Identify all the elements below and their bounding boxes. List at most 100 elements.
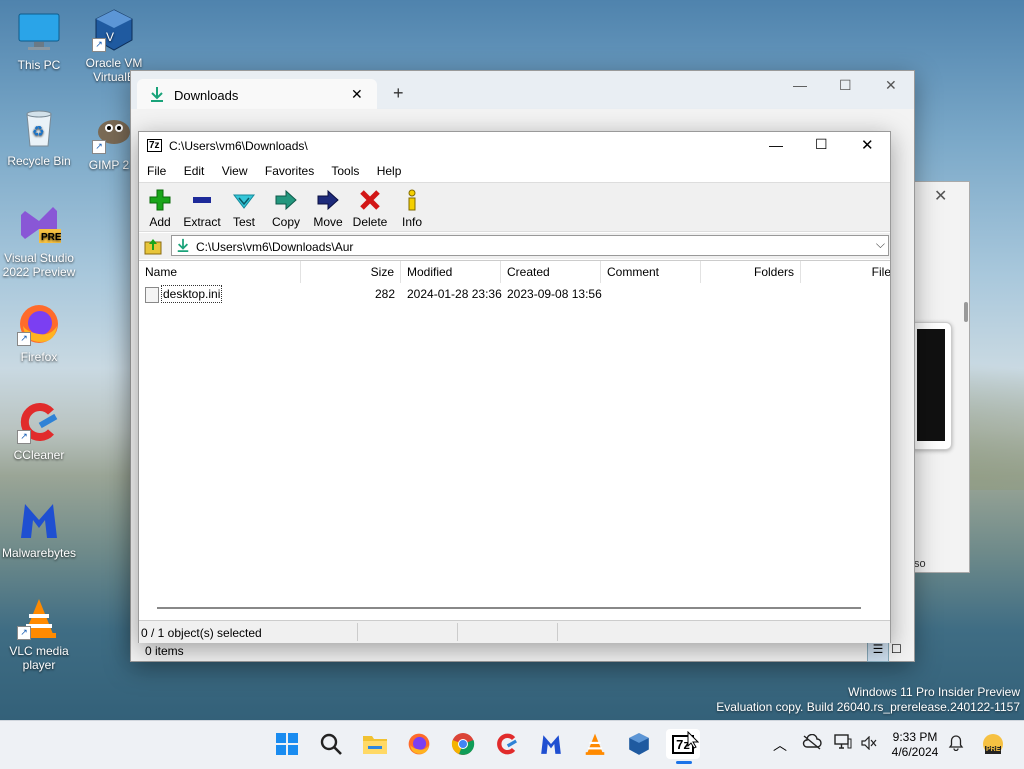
monitor-icon bbox=[17, 10, 61, 54]
extract-button[interactable]: Extract bbox=[181, 188, 223, 229]
column-header-files[interactable]: File bbox=[801, 261, 890, 283]
mouse-pointer-icon bbox=[687, 730, 700, 752]
firefox-icon: ↗ bbox=[17, 302, 61, 346]
chevron-up-icon[interactable]: ︿ bbox=[773, 735, 787, 755]
search-icon[interactable] bbox=[316, 729, 346, 759]
menu-edit[interactable]: Edit bbox=[184, 164, 205, 178]
scrollbar-thumb[interactable] bbox=[964, 302, 968, 322]
minus-icon bbox=[193, 197, 211, 203]
minimize-icon[interactable]: — bbox=[793, 77, 807, 93]
copy-arrow-icon bbox=[275, 189, 297, 211]
malwarebytes-icon[interactable] bbox=[536, 729, 566, 759]
watermark: Windows 11 Pro Insider Preview Evaluatio… bbox=[716, 685, 1020, 715]
copy-button[interactable]: Copy bbox=[265, 188, 307, 229]
chrome-icon[interactable] bbox=[448, 729, 478, 759]
network-icon[interactable] bbox=[834, 734, 852, 753]
desktop-icon-visual-studio[interactable]: PRE Visual Studio 2022 Preview bbox=[1, 203, 77, 279]
close-tab-icon[interactable]: ✕ bbox=[351, 86, 363, 103]
chevron-down-icon[interactable]: ⌵ bbox=[876, 237, 885, 252]
desktop-icon-firefox[interactable]: ↗ Firefox bbox=[1, 302, 77, 364]
desktop-icon-label: CCleaner bbox=[13, 448, 65, 462]
move-button[interactable]: Move bbox=[307, 188, 349, 229]
clock-time: 9:33 PM bbox=[892, 730, 938, 744]
delete-button[interactable]: Delete bbox=[349, 188, 391, 229]
shortcut-arrow-icon: ↗ bbox=[92, 140, 106, 154]
status-divider bbox=[357, 623, 358, 641]
address-text: C:\Users\vm6\Downloads\Aur bbox=[196, 240, 354, 254]
malwarebytes-icon bbox=[17, 498, 61, 542]
add-button[interactable]: Add bbox=[139, 188, 181, 229]
virtualbox-icon: V ↗ bbox=[92, 8, 136, 52]
maximize-icon[interactable]: ☐ bbox=[839, 77, 852, 94]
delete-x-icon bbox=[360, 190, 380, 210]
delete-label: Delete bbox=[352, 215, 388, 229]
file-list[interactable]: Name Size Modified Created Comment Folde… bbox=[139, 260, 890, 619]
info-button[interactable]: Info bbox=[391, 188, 433, 229]
desktop-icon-this-pc[interactable]: This PC bbox=[1, 10, 77, 72]
window-title: C:\Users\vm6\Downloads\ bbox=[169, 139, 308, 153]
file-modified: 2024-01-28 23:36 bbox=[407, 287, 502, 301]
test-button[interactable]: Test bbox=[223, 188, 265, 229]
minimize-icon[interactable]: — bbox=[769, 137, 783, 153]
insider-preview-icon[interactable]: PRE bbox=[981, 732, 1005, 756]
horizontal-scrollbar[interactable] bbox=[157, 607, 861, 609]
column-header-size[interactable]: Size bbox=[301, 261, 401, 283]
file-created: 2023-09-08 13:56 bbox=[507, 287, 602, 301]
notification-bell-icon[interactable] bbox=[948, 735, 964, 754]
sevenzip-icon: 7z bbox=[147, 139, 162, 152]
shortcut-arrow-icon: ↗ bbox=[17, 430, 31, 444]
pre-badge: PRE bbox=[985, 746, 1002, 754]
menu-favorites[interactable]: Favorites bbox=[265, 164, 314, 178]
cloud-off-icon[interactable] bbox=[802, 733, 822, 753]
address-input[interactable]: C:\Users\vm6\Downloads\Aur ⌵ bbox=[171, 235, 889, 256]
windows-start-icon[interactable] bbox=[272, 729, 302, 759]
up-folder-icon[interactable] bbox=[144, 237, 162, 255]
explorer-tab-title: Downloads bbox=[174, 88, 239, 103]
desktop-icon-vlc[interactable]: ↗ VLC media player bbox=[1, 596, 77, 672]
test-label: Test bbox=[232, 215, 255, 229]
svg-text:V: V bbox=[106, 30, 114, 44]
column-header-comment[interactable]: Comment bbox=[601, 261, 701, 283]
close-icon[interactable]: ✕ bbox=[861, 136, 874, 154]
file-explorer-icon[interactable] bbox=[360, 729, 390, 759]
plus-icon bbox=[149, 189, 171, 211]
desktop-icon-label: Visual Studio 2022 Preview bbox=[2, 251, 76, 279]
virtualbox-icon[interactable] bbox=[624, 729, 654, 759]
desktop-icon-label: Malwarebytes bbox=[1, 546, 77, 560]
preview-image bbox=[910, 322, 952, 450]
move-label: Move bbox=[313, 215, 343, 229]
move-arrow-icon bbox=[317, 189, 339, 211]
clock[interactable]: 9:33 PM 4/6/2024 bbox=[884, 730, 946, 760]
menu-tools[interactable]: Tools bbox=[331, 164, 359, 178]
desktop-icon-ccleaner[interactable]: ↗ CCleaner bbox=[1, 400, 77, 462]
sevenzip-window[interactable]: 7z C:\Users\vm6\Downloads\ — ☐ ✕ File Ed… bbox=[138, 131, 891, 643]
explorer-tab[interactable]: Downloads ✕ bbox=[137, 79, 377, 109]
column-header-modified[interactable]: Modified bbox=[401, 261, 501, 283]
menu-help[interactable]: Help bbox=[377, 164, 402, 178]
new-tab-button[interactable]: + bbox=[393, 83, 404, 104]
firefox-icon[interactable] bbox=[404, 729, 434, 759]
column-header-created[interactable]: Created bbox=[501, 261, 601, 283]
shortcut-arrow-icon: ↗ bbox=[17, 332, 31, 346]
desktop-icon-recycle-bin[interactable]: ♻ Recycle Bin bbox=[1, 106, 77, 168]
add-label: Add bbox=[149, 215, 171, 229]
volume-muted-icon[interactable] bbox=[861, 735, 877, 753]
column-header-folders[interactable]: Folders bbox=[701, 261, 801, 283]
desktop-icon-label: Firefox bbox=[20, 350, 58, 364]
ccleaner-icon[interactable] bbox=[492, 729, 522, 759]
tiles-view-icon[interactable]: ☐ bbox=[891, 642, 902, 656]
column-header-name[interactable]: Name bbox=[139, 261, 301, 283]
menu-file[interactable]: File bbox=[147, 164, 166, 178]
clock-date: 4/6/2024 bbox=[891, 745, 939, 759]
sevenzip-status-bar: 0 / 1 object(s) selected bbox=[139, 620, 890, 643]
maximize-icon[interactable]: ☐ bbox=[815, 136, 828, 153]
details-view-icon[interactable]: ☰ bbox=[867, 641, 889, 662]
close-icon[interactable]: ✕ bbox=[934, 186, 947, 206]
svg-text:PRE: PRE bbox=[41, 232, 61, 243]
close-icon[interactable]: ✕ bbox=[885, 77, 897, 94]
desktop-icon-malwarebytes[interactable]: Malwarebytes bbox=[1, 498, 77, 560]
partial-text: so bbox=[914, 558, 926, 570]
menu-view[interactable]: View bbox=[222, 164, 248, 178]
table-row[interactable]: desktop.ini 282 2024-01-28 23:36 2023-09… bbox=[139, 285, 890, 303]
vlc-icon[interactable] bbox=[580, 729, 610, 759]
